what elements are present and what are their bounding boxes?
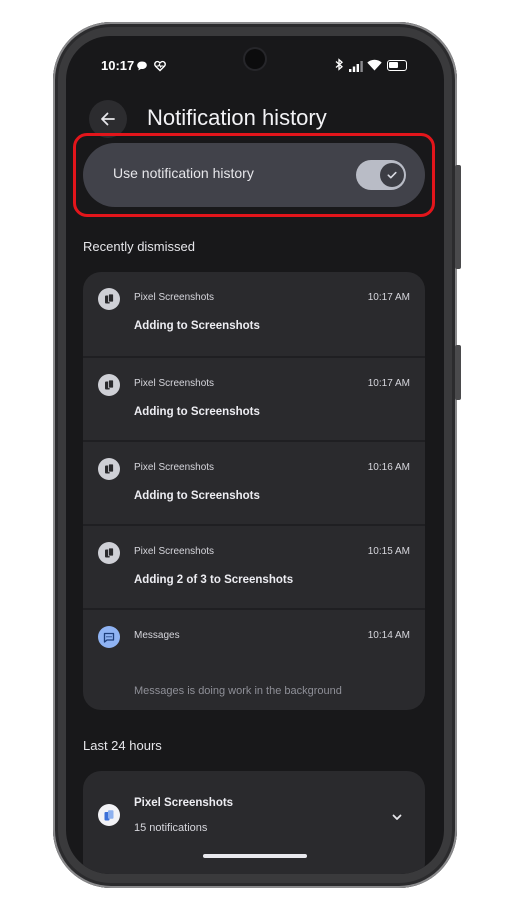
pixel-screenshots-icon [98, 458, 120, 480]
pixel-screenshots-icon [98, 288, 120, 310]
group-count: 15 notifications [134, 822, 208, 834]
list-item[interactable]: Pixel Screenshots 10:17 AM Adding to Scr… [83, 356, 425, 440]
status-time: 10:17 [101, 58, 135, 73]
notification-text: Messages is doing work in the background [134, 685, 342, 697]
notification-text: Adding to Screenshots [134, 406, 260, 418]
notification-history-switch[interactable] [356, 160, 406, 190]
switch-knob [380, 163, 404, 187]
group-app-name: Pixel Screenshots [134, 797, 234, 809]
notification-time: 10:16 AM [367, 462, 410, 473]
notification-app-name: Pixel Screenshots [134, 462, 215, 473]
notification-text: Adding to Screenshots [134, 320, 260, 332]
toggle-label: Use notification history [113, 165, 254, 181]
list-item[interactable]: Messages 10:14 AM Messages is doing work… [83, 608, 425, 710]
signal-icon [349, 59, 363, 77]
notification-time: 10:15 AM [367, 546, 410, 557]
notification-text: Adding 2 of 3 to Screenshots [134, 574, 294, 586]
notification-app-name: Pixel Screenshots [134, 546, 215, 557]
list-item[interactable]: Pixel Screenshots 10:17 AM Adding to Scr… [83, 272, 425, 356]
recent-notifications-list: Pixel Screenshots 10:17 AM Adding to Scr… [83, 272, 425, 710]
battery-icon [387, 60, 407, 71]
notification-time: 10:14 AM [367, 630, 410, 641]
wifi-icon [367, 58, 382, 76]
notification-app-name: Pixel Screenshots [134, 292, 215, 303]
pixel-screenshots-icon [98, 374, 120, 396]
front-camera [245, 49, 265, 69]
phone-screen: 10:17 Notification history Use notificat… [66, 36, 444, 874]
power-button [455, 165, 461, 269]
list-item[interactable]: Pixel Screenshots 10:15 AM Adding 2 of 3… [83, 524, 425, 608]
notification-text: Adding to Screenshots [134, 490, 260, 502]
notification-time: 10:17 AM [367, 378, 410, 389]
messages-icon [98, 626, 120, 648]
use-notification-history-row[interactable]: Use notification history [83, 143, 425, 207]
status-bar: 10:17 [66, 36, 444, 94]
page-title: Notification history [147, 105, 327, 130]
volume-button [455, 345, 461, 400]
pixel-screenshots-icon [98, 542, 120, 564]
last-24h-group[interactable]: Pixel Screenshots 15 notifications [83, 771, 425, 874]
notification-app-name: Pixel Screenshots [134, 378, 215, 389]
chat-notification-icon [136, 59, 148, 77]
list-item[interactable]: Pixel Screenshots 10:16 AM Adding to Scr… [83, 440, 425, 524]
health-notification-icon [154, 59, 166, 77]
pixel-screenshots-icon [98, 804, 120, 826]
section-last-24-hours: Last 24 hours [83, 738, 162, 753]
notification-time: 10:17 AM [367, 292, 410, 303]
notification-app-name: Messages [134, 630, 180, 641]
check-icon [387, 171, 397, 179]
arrow-left-icon [101, 112, 115, 126]
bluetooth-icon [335, 58, 344, 76]
gesture-bar[interactable] [203, 854, 307, 858]
section-recently-dismissed: Recently dismissed [83, 239, 195, 254]
chevron-down-icon[interactable] [390, 810, 404, 829]
